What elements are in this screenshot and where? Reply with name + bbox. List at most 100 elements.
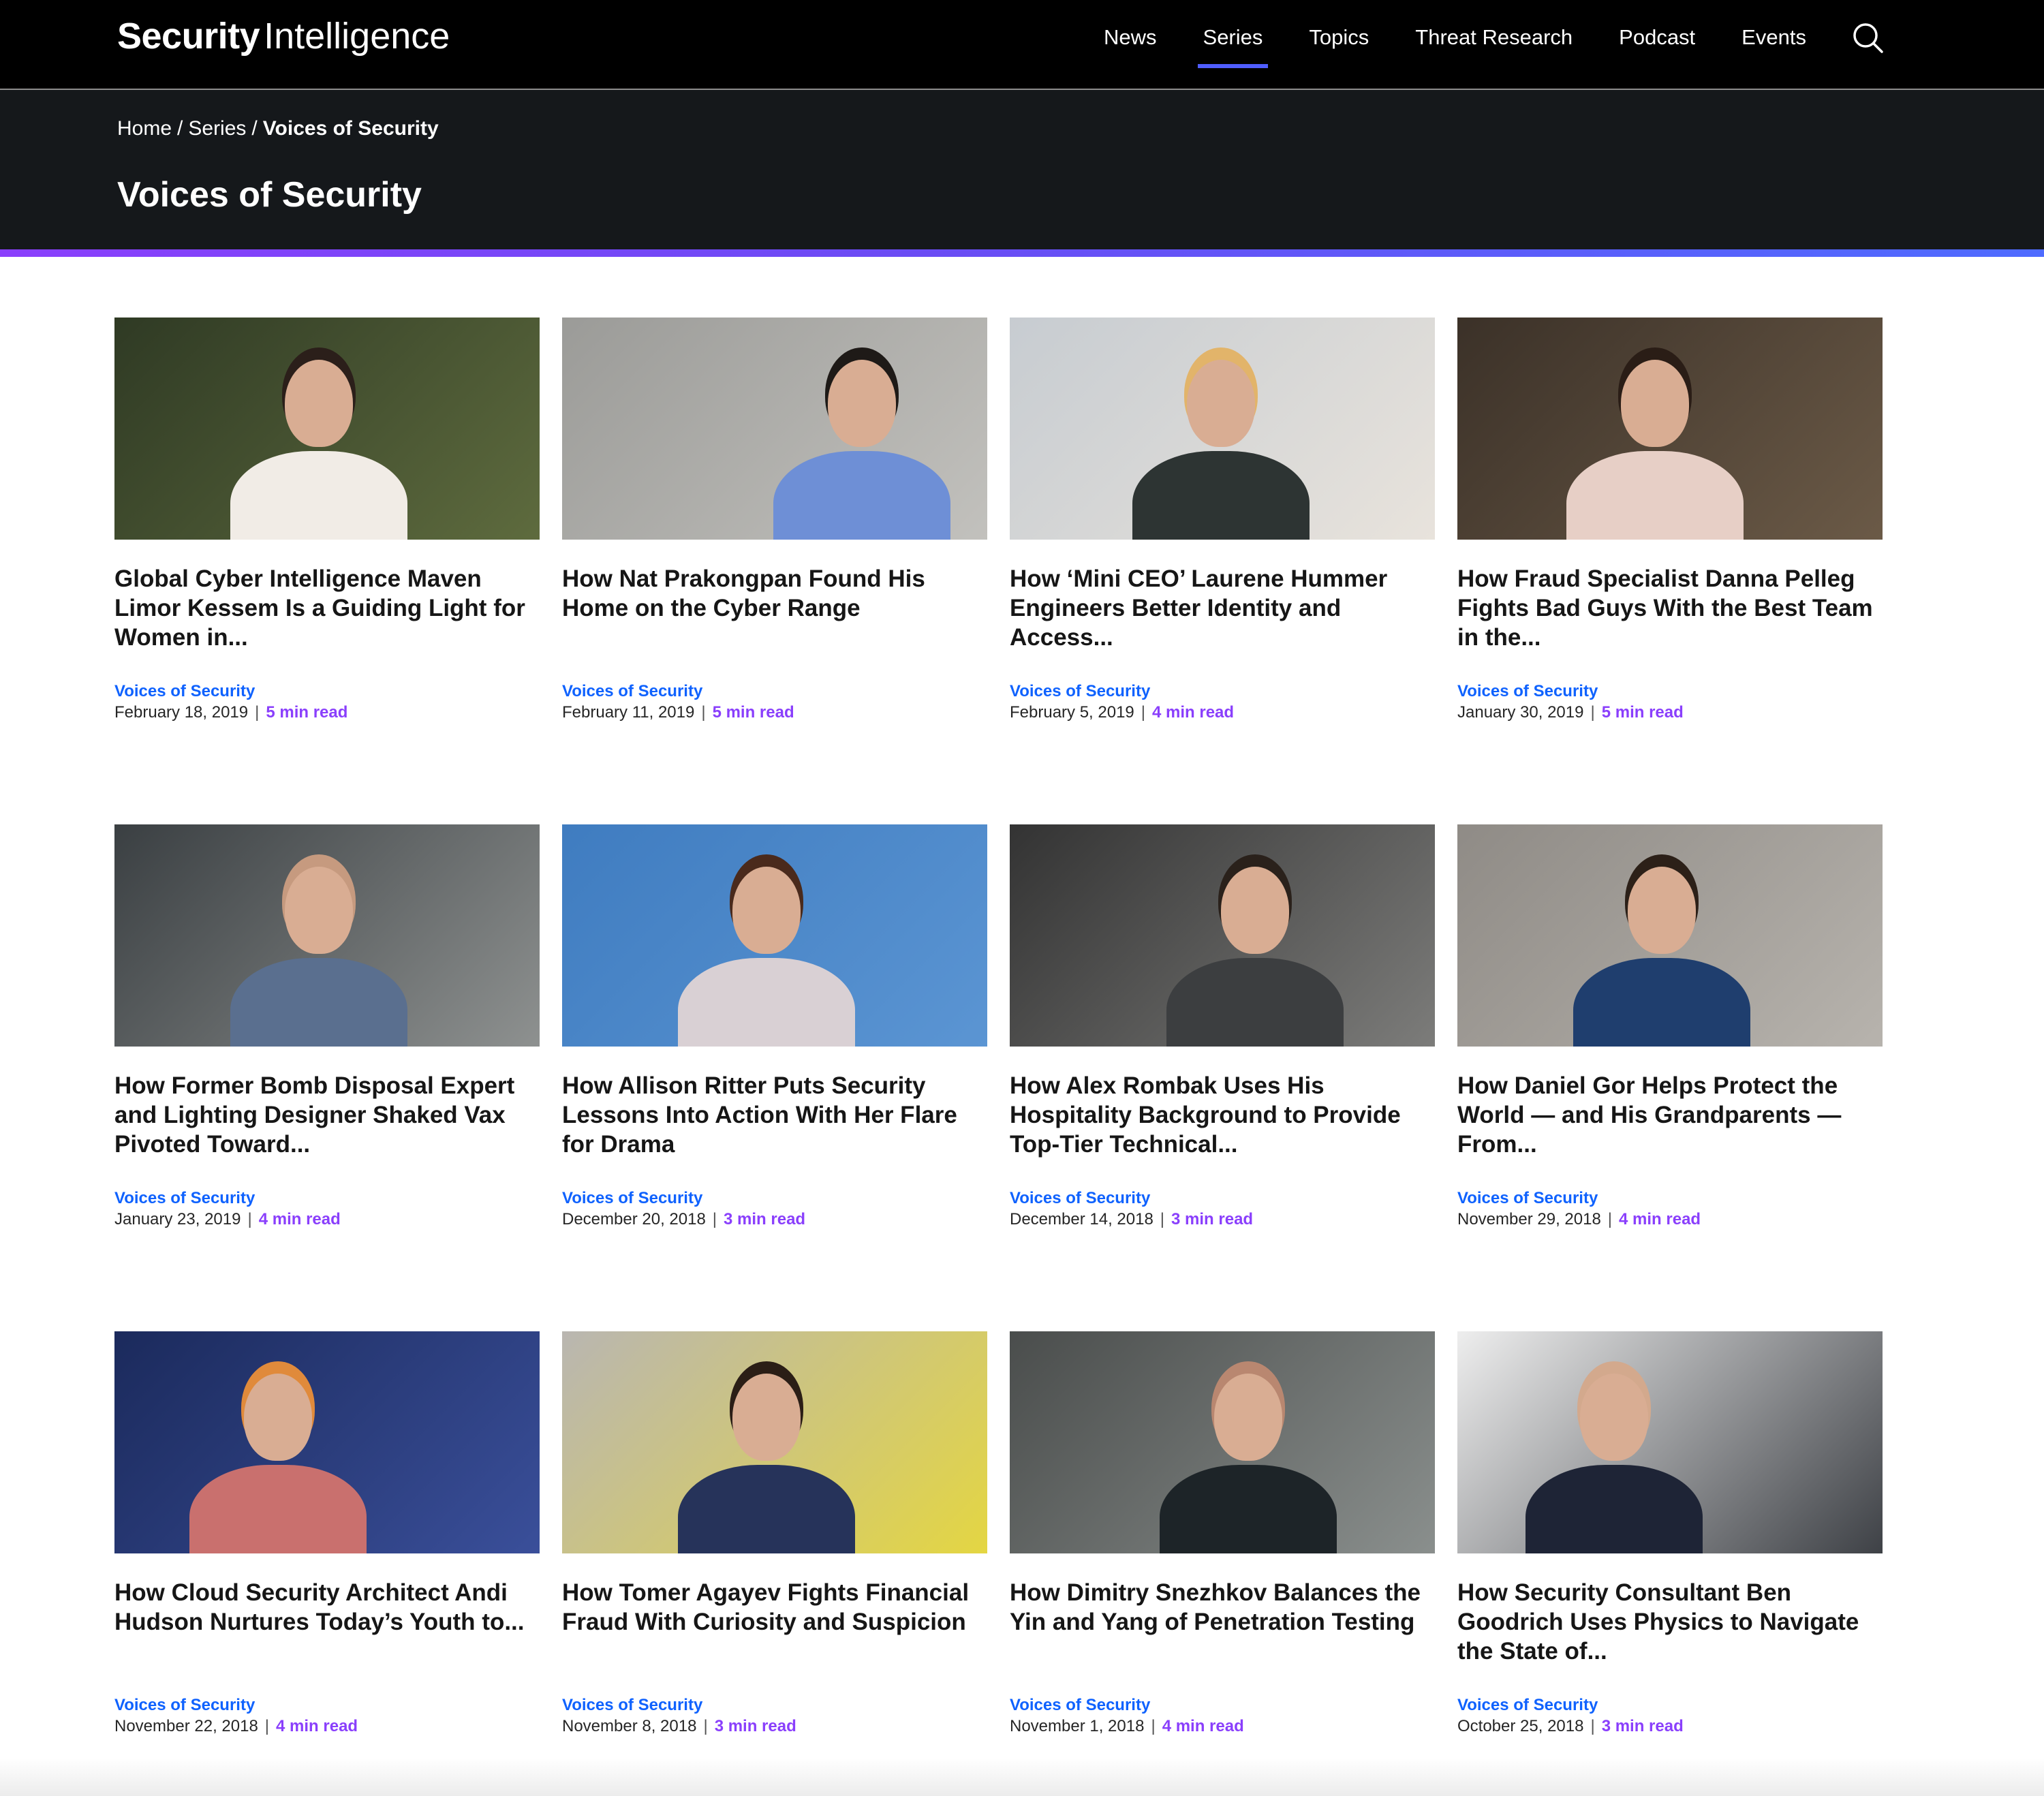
- breadcrumb-separator: /: [177, 117, 183, 140]
- article-meta: November 22, 2018 | 4 min read: [114, 1716, 540, 1737]
- article-date: January 23, 2019: [114, 1210, 241, 1228]
- article-card[interactable]: How Cloud Security Architect Andi Hudson…: [114, 1331, 540, 1754]
- article-title[interactable]: How Allison Ritter Puts Security Lessons…: [562, 1071, 987, 1160]
- article-thumbnail[interactable]: [562, 318, 987, 540]
- article-card[interactable]: Global Cyber Intelligence Maven Limor Ke…: [114, 318, 540, 740]
- article-title[interactable]: How Former Bomb Disposal Expert and Ligh…: [114, 1071, 540, 1160]
- article-title[interactable]: How Cloud Security Architect Andi Hudson…: [114, 1578, 540, 1667]
- article-meta: January 30, 2019 | 5 min read: [1457, 702, 1883, 724]
- article-date: February 5, 2019: [1010, 703, 1134, 722]
- article-category-link[interactable]: Voices of Security: [114, 1188, 540, 1209]
- article-title[interactable]: How Daniel Gor Helps Protect the World —…: [1457, 1071, 1883, 1160]
- article-card[interactable]: How Former Bomb Disposal Expert and Ligh…: [114, 824, 540, 1247]
- breadcrumb-series-link[interactable]: Series: [188, 117, 246, 140]
- nav-item-news[interactable]: News: [1104, 0, 1157, 71]
- article-card[interactable]: How Dimitry Snezhkov Balances the Yin an…: [1010, 1331, 1435, 1754]
- article-thumbnail[interactable]: [1457, 1331, 1883, 1553]
- article-thumbnail[interactable]: [1457, 318, 1883, 540]
- article-title[interactable]: Global Cyber Intelligence Maven Limor Ke…: [114, 564, 540, 653]
- article-card[interactable]: How Nat Prakongpan Found His Home on the…: [562, 318, 987, 740]
- article-meta: December 20, 2018 | 3 min read: [562, 1209, 987, 1230]
- article-thumbnail[interactable]: [1010, 824, 1435, 1047]
- article-category-link[interactable]: Voices of Security: [562, 1695, 987, 1716]
- article-card[interactable]: How Allison Ritter Puts Security Lessons…: [562, 824, 987, 1247]
- nav-item-podcast[interactable]: Podcast: [1619, 0, 1695, 71]
- nav-item-threat-research[interactable]: Threat Research: [1415, 0, 1573, 71]
- article-thumbnail[interactable]: [114, 824, 540, 1047]
- meta-divider: |: [712, 1210, 717, 1228]
- article-title[interactable]: How Nat Prakongpan Found His Home on the…: [562, 564, 987, 653]
- breadcrumb-current: Voices of Security: [262, 117, 439, 140]
- portrait-head: [1187, 360, 1255, 447]
- portrait-head: [732, 867, 801, 954]
- portrait-head: [285, 867, 353, 954]
- article-category-link[interactable]: Voices of Security: [1010, 681, 1435, 702]
- article-date: January 30, 2019: [1457, 703, 1584, 722]
- article-card[interactable]: How Alex Rombak Uses His Hospitality Bac…: [1010, 824, 1435, 1247]
- nav-item-series[interactable]: Series: [1197, 0, 1269, 71]
- article-card[interactable]: How Security Consultant Ben Goodrich Use…: [1457, 1331, 1883, 1754]
- meta-divider: |: [1590, 703, 1595, 722]
- article-category-link[interactable]: Voices of Security: [114, 1695, 540, 1716]
- portrait-head: [828, 360, 896, 447]
- article-category-link[interactable]: Voices of Security: [1010, 1695, 1435, 1716]
- article-title[interactable]: How ‘Mini CEO’ Laurene Hummer Engineers …: [1010, 564, 1435, 653]
- article-thumbnail[interactable]: [114, 318, 540, 540]
- portrait-body: [1132, 451, 1310, 540]
- nav-item-events[interactable]: Events: [1741, 0, 1806, 71]
- article-meta: November 29, 2018 | 4 min read: [1457, 1209, 1883, 1230]
- article-read-time: 4 min read: [1152, 703, 1235, 722]
- nav-item-topics[interactable]: Topics: [1309, 0, 1369, 71]
- article-read-time: 4 min read: [258, 1210, 341, 1228]
- portrait-head: [1628, 867, 1696, 954]
- meta-divider: |: [703, 1717, 708, 1735]
- portrait-head: [285, 360, 353, 447]
- article-category-link[interactable]: Voices of Security: [1457, 681, 1883, 702]
- top-navigation: Security Intelligence News Series Topics Thr…: [0, 0, 2044, 90]
- article-thumbnail[interactable]: [114, 1331, 540, 1553]
- article-category-link[interactable]: Voices of Security: [114, 681, 540, 702]
- meta-divider: |: [1590, 1717, 1595, 1735]
- article-card[interactable]: How Daniel Gor Helps Protect the World —…: [1457, 824, 1883, 1247]
- article-date: December 20, 2018: [562, 1210, 706, 1228]
- article-thumbnail[interactable]: [562, 824, 987, 1047]
- meta-divider: |: [264, 1717, 270, 1735]
- portrait-head: [1580, 1374, 1648, 1461]
- article-category-link[interactable]: Voices of Security: [562, 1188, 987, 1209]
- article-title[interactable]: How Dimitry Snezhkov Balances the Yin an…: [1010, 1578, 1435, 1667]
- article-card[interactable]: How ‘Mini CEO’ Laurene Hummer Engineers …: [1010, 318, 1435, 740]
- article-card[interactable]: How Tomer Agayev Fights Financial Fraud …: [562, 1331, 987, 1754]
- meta-divider: |: [1607, 1210, 1613, 1228]
- portrait-body: [678, 958, 855, 1047]
- article-date: November 1, 2018: [1010, 1717, 1145, 1735]
- article-title[interactable]: How Fraud Specialist Danna Pelleg Fights…: [1457, 564, 1883, 653]
- article-read-time: 3 min read: [714, 1717, 796, 1735]
- article-title[interactable]: How Tomer Agayev Fights Financial Fraud …: [562, 1578, 987, 1667]
- article-title[interactable]: How Alex Rombak Uses His Hospitality Bac…: [1010, 1071, 1435, 1160]
- portrait-body: [1573, 958, 1750, 1047]
- search-icon: [1853, 23, 1883, 53]
- breadcrumb-home-link[interactable]: Home: [117, 117, 172, 140]
- portrait-body: [1166, 958, 1344, 1047]
- search-button[interactable]: [1851, 20, 1885, 55]
- article-title[interactable]: How Security Consultant Ben Goodrich Use…: [1457, 1578, 1883, 1667]
- site-logo[interactable]: Security Intelligence: [117, 12, 450, 60]
- article-category-link[interactable]: Voices of Security: [1457, 1188, 1883, 1209]
- article-category-link[interactable]: Voices of Security: [1457, 1695, 1883, 1716]
- article-category-link[interactable]: Voices of Security: [562, 681, 987, 702]
- article-category-link[interactable]: Voices of Security: [1010, 1188, 1435, 1209]
- article-date: February 11, 2019: [562, 703, 695, 722]
- article-read-time: 4 min read: [1162, 1717, 1244, 1735]
- article-thumbnail[interactable]: [562, 1331, 987, 1553]
- portrait-body: [230, 451, 407, 540]
- article-date: November 29, 2018: [1457, 1210, 1601, 1228]
- article-grid: Global Cyber Intelligence Maven Limor Ke…: [114, 318, 1920, 1754]
- article-thumbnail[interactable]: [1010, 318, 1435, 540]
- article-card[interactable]: How Fraud Specialist Danna Pelleg Fights…: [1457, 318, 1883, 740]
- article-thumbnail[interactable]: [1457, 824, 1883, 1047]
- portrait-body: [773, 451, 950, 540]
- article-meta: November 8, 2018 | 3 min read: [562, 1716, 987, 1737]
- article-read-time: 4 min read: [276, 1717, 358, 1735]
- article-thumbnail[interactable]: [1010, 1331, 1435, 1553]
- meta-divider: |: [701, 703, 706, 722]
